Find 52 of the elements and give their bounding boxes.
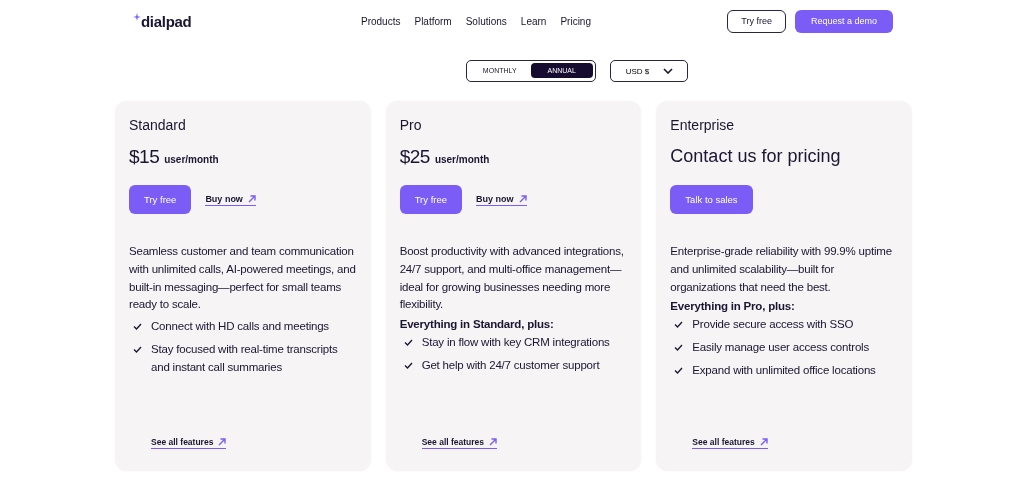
nav-link[interactable]: Solutions xyxy=(465,15,507,27)
see-all-features-link[interactable]: See all features xyxy=(421,437,498,449)
price-unit: user/month xyxy=(434,154,490,165)
nav-link[interactable]: Platform xyxy=(414,15,452,27)
feature-text: Get help with 24/7 customer support xyxy=(421,358,600,373)
feature-text: Provide secure access with SSO xyxy=(692,317,854,333)
feature-text: Stay focused with real-time transcripts and instant call summaries xyxy=(151,342,339,375)
arrow-icon xyxy=(518,194,527,203)
plan-description: Boost productivity with advanced integrations, 24/7 support, and multi-office management—ideal for growing businesses needing more flexibility. xyxy=(399,244,625,313)
plan-price: $25 xyxy=(399,146,430,168)
nav-link[interactable]: Pricing xyxy=(560,15,591,27)
see-all-features-link[interactable]: See all features xyxy=(692,437,768,449)
currency-dropdown[interactable]: USD $ xyxy=(609,60,689,82)
sparkle-icon xyxy=(133,12,141,21)
plan-price: $15 xyxy=(129,146,160,168)
dialpad-logo[interactable]: dialpad xyxy=(133,12,361,30)
arrow-icon xyxy=(759,438,768,446)
plan-description: Seamless customer and team communication with unlimited calls, AI-powered meetings, and built-in messaging—perfect for small teams ready to scale. xyxy=(129,244,357,313)
check-icon xyxy=(133,346,142,353)
plan-description: Enterprise-grade reliability with 99.9% uptime and unlimited scalability—built for organizations that need the best. xyxy=(670,244,893,295)
feature-text: Connect with HD calls and meetings xyxy=(151,319,329,335)
arrow-icon xyxy=(247,194,256,203)
chevron-down-icon xyxy=(663,68,674,74)
price-unit: user/month xyxy=(164,154,219,165)
nav-link[interactable]: Learn xyxy=(520,15,547,27)
check-icon xyxy=(674,321,684,329)
plan-name: Pro xyxy=(399,117,423,133)
check-icon xyxy=(133,323,142,331)
try-free-button[interactable]: Try free xyxy=(727,9,786,33)
plan-price: Contact us for pricing xyxy=(670,146,841,167)
check-icon xyxy=(403,339,413,347)
feature-text: Stay in flow with key CRM integrations xyxy=(421,335,610,351)
plan-name: Standard xyxy=(129,117,187,133)
arrow-icon xyxy=(218,438,227,446)
buy-now-link[interactable]: Buy now xyxy=(205,193,256,206)
logo-text: dialpad xyxy=(141,12,192,30)
check-icon xyxy=(674,367,684,374)
arrow-icon xyxy=(489,438,498,446)
see-all-features-link[interactable]: See all features xyxy=(151,437,227,449)
cta-button[interactable]: Try free xyxy=(129,185,192,214)
feature-text: Easily manage user access controls xyxy=(692,340,869,356)
cta-button[interactable]: Talk to sales xyxy=(670,185,753,214)
cta-button[interactable]: Try free xyxy=(399,185,463,214)
features-heading: Everything in Standard, plus: xyxy=(399,318,555,331)
features-heading: Everything in Pro, plus: xyxy=(670,300,796,313)
feature-text: Expand with unlimited office locations xyxy=(692,363,876,378)
plan-name: Enterprise xyxy=(670,117,736,133)
check-icon xyxy=(403,362,413,369)
buy-now-link[interactable]: Buy now xyxy=(476,193,527,206)
check-icon xyxy=(674,344,684,352)
demo-button[interactable]: Request a demo xyxy=(794,9,893,33)
nav-link[interactable]: Products xyxy=(361,15,401,27)
